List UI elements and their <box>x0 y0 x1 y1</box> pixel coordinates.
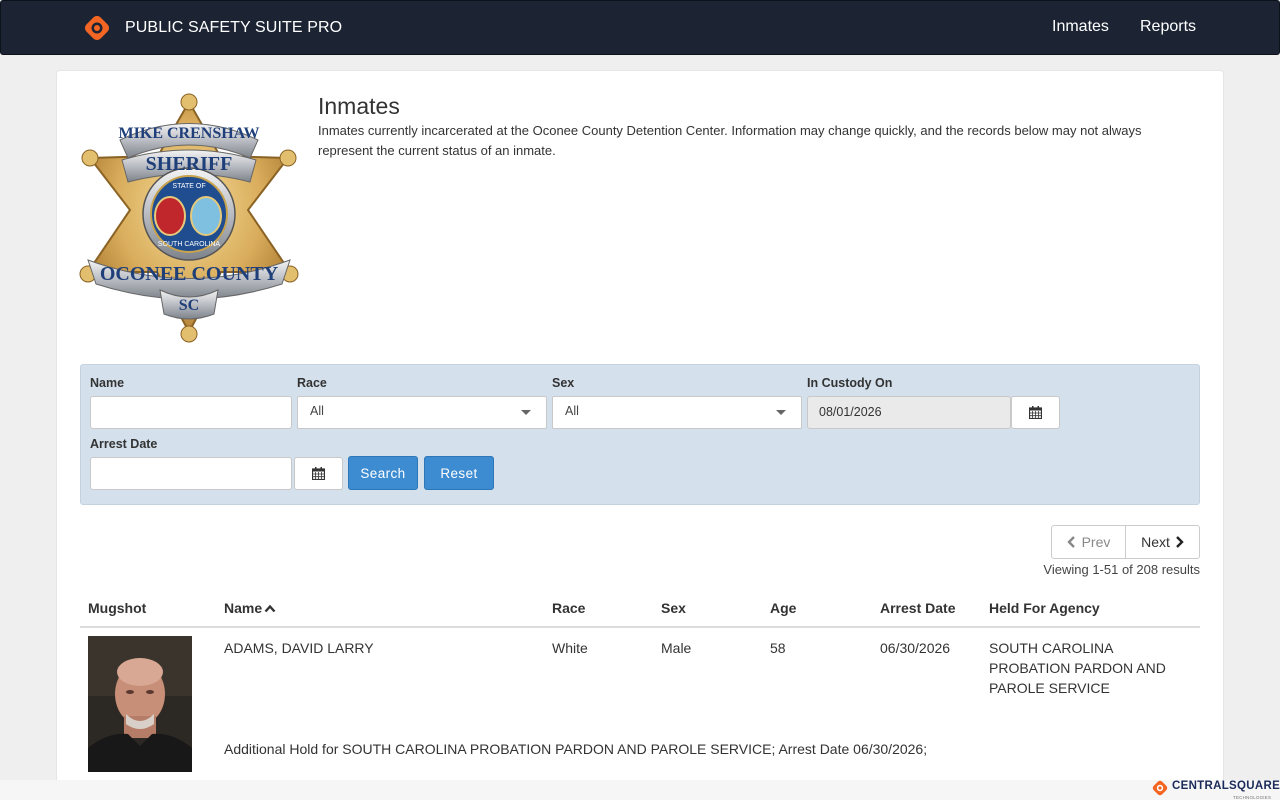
centralsquare-logo-icon <box>1152 780 1168 796</box>
custody-label: In Custody On <box>807 376 893 390</box>
sheriff-badge-logo: MIKE CRENSHAW SHERIFF STATE OF SOUTH CAR… <box>79 93 299 343</box>
seal-bottom-text: SOUTH CAROLINA <box>158 241 221 248</box>
next-page-button[interactable]: Next <box>1125 525 1200 559</box>
prev-page-button[interactable]: Prev <box>1051 525 1126 559</box>
footer-bar <box>0 780 1280 800</box>
inmate-additional-hold: Additional Hold for SOUTH CAROLINA PROBA… <box>224 741 928 757</box>
badge-top-text: MIKE CRENSHAW <box>119 125 260 142</box>
col-header-age: Age <box>770 600 797 616</box>
sex-select-value: All <box>565 404 579 418</box>
centralsquare-logo-text: CENTRALSQUARE <box>1172 780 1280 792</box>
results-count: Viewing 1-51 of 208 results <box>1043 562 1200 577</box>
calendar-icon <box>1029 406 1042 419</box>
brand-logo-icon[interactable] <box>84 15 110 41</box>
col-header-name[interactable]: Name <box>224 600 276 616</box>
sex-select[interactable]: All <box>552 396 802 429</box>
col-header-race: Race <box>552 600 586 616</box>
inmate-name[interactable]: ADAMS, DAVID LARRY <box>224 638 374 658</box>
custody-calendar-button[interactable] <box>1011 396 1060 429</box>
race-label: Race <box>297 376 327 390</box>
col-header-agency: Held For Agency <box>989 600 1100 616</box>
arrest-date-input[interactable] <box>90 457 292 490</box>
seal-top-text: STATE OF <box>172 183 205 190</box>
inmate-held-agency: SOUTH CAROLINA PROBATION PARDON AND PARO… <box>989 640 1166 696</box>
inmate-mugshot[interactable] <box>88 636 192 772</box>
page-description: Inmates currently incarcerated at the Oc… <box>318 123 1142 158</box>
next-page-label: Next <box>1141 534 1170 550</box>
race-select-value: All <box>310 404 324 418</box>
col-header-name-label: Name <box>224 600 263 616</box>
name-label: Name <box>90 376 125 390</box>
inmate-arrest-date: 06/30/2026 <box>880 640 951 656</box>
reset-button[interactable]: Reset <box>424 456 494 490</box>
prev-page-label: Prev <box>1081 534 1111 550</box>
nav-reports-link[interactable]: Reports <box>1140 18 1196 36</box>
col-header-mugshot: Mugshot <box>88 600 147 616</box>
brand-name[interactable]: PUBLIC SAFETY SUITE PRO <box>125 19 342 37</box>
chevron-down-icon <box>776 410 786 415</box>
calendar-icon <box>312 467 325 480</box>
col-header-arrest-date: Arrest Date <box>880 600 956 616</box>
chevron-down-icon <box>521 410 531 415</box>
arrest-date-label: Arrest Date <box>90 437 158 451</box>
arrest-calendar-button[interactable] <box>294 457 343 490</box>
name-input[interactable] <box>90 396 292 429</box>
chevron-left-icon <box>1066 536 1075 548</box>
centralsquare-logo-subtext: TECHNOLOGIES <box>1233 795 1272 800</box>
top-navbar: PUBLIC SAFETY SUITE PRO Inmates Reports <box>0 0 1280 55</box>
col-header-sex: Sex <box>661 600 686 616</box>
sex-label: Sex <box>552 376 575 390</box>
sort-ascending-icon <box>264 604 276 612</box>
badge-title-text: SHERIFF <box>146 153 233 175</box>
inmate-race: White <box>552 640 588 656</box>
badge-county-text: OCONEE COUNTY <box>100 263 279 285</box>
chevron-right-icon <box>1176 536 1184 548</box>
table-header-divider <box>80 626 1200 628</box>
mugshot-photo <box>88 636 192 772</box>
search-button[interactable]: Search <box>348 456 418 490</box>
custody-date-input[interactable]: 08/01/2026 <box>807 396 1011 429</box>
inmate-sex: Male <box>661 640 692 656</box>
nav-inmates-link[interactable]: Inmates <box>1052 18 1109 36</box>
race-select[interactable]: All <box>297 396 547 429</box>
page-title: Inmates <box>318 93 400 119</box>
custody-date-value: 08/01/2026 <box>819 405 882 419</box>
inmate-age: 58 <box>770 640 786 656</box>
badge-state-text: SC <box>179 297 199 314</box>
